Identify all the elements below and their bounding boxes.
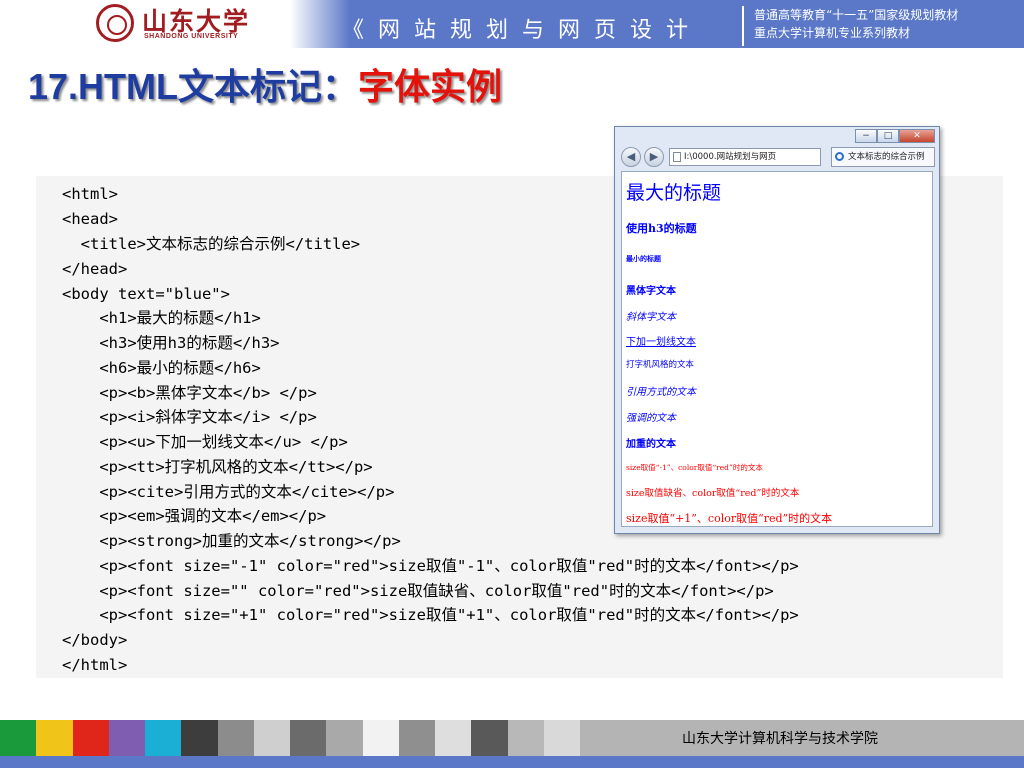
- slide-title-main: 17.HTML文本标记：: [28, 66, 359, 107]
- rendered-h6: 最小的标题: [626, 254, 661, 263]
- rendered-cite: 引用方式的文本: [626, 387, 696, 398]
- code-line: <p><font size="-1" color="red">size取值"-1…: [62, 557, 799, 575]
- code-line: </body>: [62, 631, 128, 649]
- footer-color-block: [72, 720, 109, 756]
- rendered-bold: 黑体字文本: [626, 286, 676, 297]
- footer-color-block: [471, 720, 508, 756]
- rendered-teletype: 打字机风格的文本: [626, 360, 695, 370]
- rendered-strong: 加重的文本: [626, 439, 676, 450]
- code-line: <p><font size="" color="red">size取值缺省、co…: [62, 582, 774, 600]
- code-line: <body text="blue">: [62, 285, 230, 303]
- footer-color-block: [398, 720, 435, 756]
- code-line: <head>: [62, 210, 118, 228]
- slide-title-accent: 字体实例: [358, 67, 503, 108]
- browser-window: − □ ✕ ◀ ▶ I:\0000.网站规划与网页 ⌕ 文本标志的综合示例 最大…: [614, 126, 940, 534]
- rendered-em: 强调的文本: [626, 413, 676, 424]
- footer-color-block: [36, 720, 73, 756]
- footer-color-block: [108, 720, 145, 756]
- footer-color-block: [326, 720, 363, 756]
- code-line: <p><i>斜体字文本</i> </p>: [62, 408, 317, 426]
- footer-bottom-bar: [0, 756, 1024, 768]
- code-line: <h1>最大的标题</h1>: [62, 309, 261, 327]
- code-line: <title>文本标志的综合示例</title>: [62, 235, 361, 253]
- footer-color-block: [145, 720, 182, 756]
- rendered-font-plus1: size取值“+1”、color取值“red”时的文本: [626, 512, 833, 525]
- code-line: <html>: [62, 185, 118, 203]
- code-line: <h3>使用h3的标题</h3>: [62, 334, 280, 352]
- slide-title: 17.HTML文本标记：字体实例: [28, 58, 502, 110]
- footer-color-block: [217, 720, 254, 756]
- footer-color-block: [435, 720, 472, 756]
- rendered-h1: 最大的标题: [626, 182, 722, 204]
- footer-color-block: [181, 720, 218, 756]
- course-title: 《网站规划与网页设计: [342, 18, 703, 43]
- footer-color-block: [253, 720, 290, 756]
- code-line: <p><strong>加重的文本</strong></p>: [62, 532, 401, 550]
- rendered-h3: 使用h3的标题: [626, 222, 697, 235]
- code-line: <h6>最小的标题</h6>: [62, 359, 261, 377]
- page-icon: [673, 152, 681, 162]
- forward-arrow-icon[interactable]: ▶: [644, 147, 664, 167]
- series-subtitle-line1: 普通高等教育“十一五”国家级规划教材: [754, 8, 959, 22]
- code-line: <p><b>黑体字文本</b> </p>: [62, 384, 317, 402]
- footer-color-block: [543, 720, 580, 756]
- address-text: I:\0000.网站规划与网页: [684, 152, 777, 162]
- ie-icon: [835, 152, 844, 161]
- code-line: <p><font size="+1" color="red">size取值"+1…: [62, 606, 799, 624]
- logo-english: SHANDONG UNIVERSITY: [144, 33, 239, 40]
- rendered-font-minus1: size取值“-1”、color取值“red”时的文本: [626, 463, 763, 472]
- code-line: </html>: [62, 656, 128, 674]
- code-line: <p><em>强调的文本</em></p>: [62, 507, 327, 525]
- footer-color-block: [362, 720, 399, 756]
- series-subtitle-line2: 重点大学计算机专业系列教材: [754, 26, 911, 40]
- browser-nav-bar: ◀ ▶ I:\0000.网站规划与网页 ⌕ 文本标志的综合示例: [619, 145, 935, 171]
- rendered-font-default: size取值缺省、color取值“red”时的文本: [626, 488, 800, 499]
- footer-color-block: [0, 720, 37, 756]
- footer-institution: 山东大学计算机科学与技术学院: [682, 731, 878, 747]
- header-fade: [290, 0, 350, 48]
- minimize-icon[interactable]: −: [855, 129, 877, 143]
- footer-color-block: [507, 720, 544, 756]
- browser-tab[interactable]: 文本标志的综合示例: [831, 147, 935, 167]
- window-controls: − □ ✕: [855, 129, 935, 143]
- footer-color-block: [290, 720, 327, 756]
- header-divider: [742, 6, 744, 46]
- university-seal-icon: [96, 4, 134, 42]
- address-bar[interactable]: I:\0000.网站规划与网页 ⌕: [669, 148, 821, 166]
- maximize-icon[interactable]: □: [877, 129, 899, 143]
- back-arrow-icon[interactable]: ◀: [621, 147, 641, 167]
- rendered-underline: 下加一划线文本: [626, 337, 696, 348]
- code-line: </head>: [62, 260, 128, 278]
- close-icon[interactable]: ✕: [899, 129, 935, 143]
- code-line: <p><cite>引用方式的文本</cite></p>: [62, 483, 395, 501]
- rendered-italic: 斜体字文本: [626, 312, 676, 323]
- code-line: <p><tt>打字机风格的文本</tt></p>: [62, 458, 373, 476]
- code-line: <p><u>下加一划线文本</u> </p>: [62, 433, 348, 451]
- tab-title: 文本标志的综合示例: [848, 152, 925, 162]
- browser-viewport: 最大的标题 使用h3的标题 最小的标题 黑体字文本 斜体字文本 下加一划线文本 …: [621, 171, 933, 527]
